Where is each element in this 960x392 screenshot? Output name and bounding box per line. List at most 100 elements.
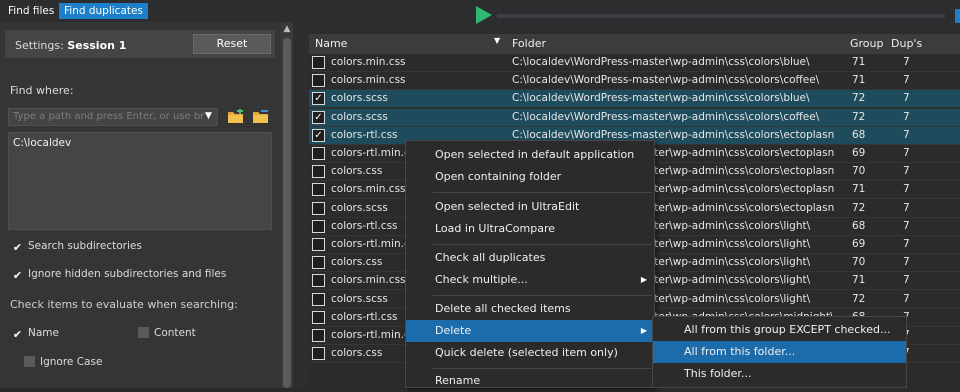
search-options-panel: Settings: Session 1 Reset Find where: Ty… bbox=[0, 22, 281, 388]
row-checkbox[interactable] bbox=[312, 183, 325, 197]
session-name[interactable]: Session 1 bbox=[67, 39, 126, 52]
cell-dups: 7 bbox=[903, 292, 910, 305]
settings-prefix: Settings: bbox=[15, 39, 64, 52]
row-checkbox[interactable] bbox=[312, 329, 325, 342]
reset-button[interactable]: Reset bbox=[193, 34, 271, 54]
checkbox-box bbox=[138, 327, 149, 338]
menu-separator bbox=[433, 192, 652, 193]
ignore-case-checkbox[interactable]: Ignore Case bbox=[24, 356, 102, 368]
submenu-item-this-folder[interactable]: This folder... bbox=[653, 363, 906, 385]
cell-dups: 7 bbox=[903, 274, 910, 287]
menu-item-load-ultracompare[interactable]: Load in UltraCompare bbox=[406, 218, 654, 240]
cell-dups: 7 bbox=[903, 256, 910, 269]
column-header-folder[interactable]: Folder bbox=[512, 37, 546, 50]
content-option-label: Content bbox=[154, 327, 196, 339]
cell-group: 69 bbox=[852, 238, 866, 250]
cell-name: colors.min.css bbox=[331, 74, 406, 87]
column-header-name[interactable]: Name bbox=[315, 37, 347, 50]
search-subdirectories-checkbox[interactable]: ✔ Search subdirectories bbox=[12, 240, 142, 253]
cell-group: 72 bbox=[852, 292, 866, 305]
name-checkbox[interactable]: ✔ Name bbox=[12, 327, 59, 340]
tab-find-files[interactable]: Find files bbox=[3, 3, 59, 19]
cell-group: 70 bbox=[852, 256, 866, 269]
submenu-item-all-from-folder[interactable]: All from this folder... bbox=[653, 341, 906, 363]
cell-dups: 7 bbox=[903, 74, 910, 87]
cell-group: 70 bbox=[852, 165, 866, 178]
column-header-group[interactable]: Group bbox=[850, 37, 884, 50]
checkmark-icon: ✔ bbox=[12, 269, 23, 282]
search-path-item[interactable]: C:\localdev bbox=[13, 137, 71, 149]
row-checkbox[interactable] bbox=[312, 238, 325, 251]
cell-name: colors-rtl.css bbox=[331, 128, 398, 141]
menu-item-check-multiple[interactable]: Check multiple... ▶ bbox=[406, 269, 654, 291]
table-row[interactable]: ✓ colors.scss C:\localdev\WordPress-master… bbox=[309, 108, 960, 127]
table-row[interactable]: ✓ colors.scss C:\localdev\WordPress-master… bbox=[309, 90, 960, 109]
row-checkbox-checked[interactable]: ✓ bbox=[312, 92, 325, 106]
cell-dups: 7 bbox=[903, 128, 910, 141]
checkbox-box bbox=[24, 356, 35, 367]
row-checkbox[interactable] bbox=[312, 165, 325, 179]
row-checkbox[interactable] bbox=[312, 347, 325, 361]
delete-submenu: All from this group EXCEPT checked... Al… bbox=[652, 316, 907, 388]
cell-folder: C:\localdev\WordPress-master\wp-admin\cs… bbox=[512, 56, 810, 68]
menu-item-quick-delete[interactable]: Quick delete (selected item only) bbox=[406, 342, 654, 364]
search-subdirectories-label: Search subdirectories bbox=[28, 240, 142, 252]
menu-item-rename[interactable]: Rename bbox=[406, 370, 654, 392]
menu-item-delete[interactable]: Delete ▶ bbox=[406, 320, 654, 342]
row-checkbox[interactable] bbox=[312, 147, 325, 160]
cell-folder: C:\localdev\WordPress-master\wp-admin\cs… bbox=[512, 110, 820, 123]
cell-dups: 7 bbox=[903, 56, 910, 68]
cell-group: 72 bbox=[852, 92, 866, 105]
add-folder-icon[interactable] bbox=[227, 109, 244, 124]
menu-item-open-folder[interactable]: Open containing folder bbox=[406, 166, 654, 188]
cell-dups: 7 bbox=[903, 165, 910, 178]
cell-group: 68 bbox=[852, 219, 866, 232]
row-checkbox[interactable] bbox=[312, 201, 325, 215]
cell-folder: C:\localdev\WordPress-master\wp-admin\cs… bbox=[512, 92, 810, 105]
submenu-arrow-icon: ▶ bbox=[640, 326, 647, 335]
table-row[interactable]: colors.min.css C:\localdev\WordPress-mast… bbox=[309, 72, 960, 91]
menu-item-check-all-duplicates[interactable]: Check all duplicates bbox=[406, 247, 654, 269]
row-checkbox[interactable] bbox=[312, 310, 325, 324]
column-header-dups[interactable]: Dup's bbox=[891, 37, 922, 50]
progress-bar bbox=[497, 14, 945, 18]
scroll-up-icon[interactable]: ▲ bbox=[282, 24, 292, 34]
table-row[interactable]: colors.min.css C:\localdev\WordPress-mast… bbox=[309, 54, 960, 72]
chevron-down-icon[interactable]: ▼ bbox=[205, 110, 215, 122]
ignore-hidden-label: Ignore hidden subdirectories and files bbox=[28, 268, 227, 280]
row-checkbox-checked[interactable]: ✓ bbox=[312, 110, 325, 124]
content-checkbox[interactable]: Content bbox=[138, 327, 196, 339]
cell-folder: C:\localdev\WordPress-master\wp-admin\cs… bbox=[512, 128, 835, 141]
play-icon[interactable] bbox=[476, 6, 492, 24]
tab-find-duplicates[interactable]: Find duplicates bbox=[59, 3, 148, 19]
checkmark-icon: ✔ bbox=[12, 241, 23, 254]
sort-arrow-icon: ▼ bbox=[494, 36, 501, 45]
cell-group: 68 bbox=[852, 128, 866, 141]
stop-icon[interactable] bbox=[955, 9, 960, 23]
row-checkbox[interactable] bbox=[312, 274, 325, 288]
scrollbar-thumb[interactable] bbox=[283, 38, 291, 388]
ignore-hidden-checkbox[interactable]: ✔ Ignore hidden subdirectories and files bbox=[12, 268, 226, 281]
menu-item-open-default[interactable]: Open selected in default application bbox=[406, 144, 654, 166]
row-checkbox[interactable] bbox=[312, 56, 325, 69]
menu-separator bbox=[433, 368, 652, 369]
submenu-arrow-icon: ▶ bbox=[640, 275, 647, 284]
cell-dups: 7 bbox=[903, 110, 910, 123]
search-paths-list[interactable]: C:\localdev bbox=[8, 132, 272, 230]
row-checkbox[interactable] bbox=[312, 256, 325, 270]
remove-folder-icon[interactable] bbox=[252, 109, 269, 124]
cell-dups: 7 bbox=[903, 219, 910, 232]
menu-item-delete-checked[interactable]: Delete all checked items bbox=[406, 298, 654, 320]
menu-item-delete-label: Delete bbox=[435, 324, 472, 337]
row-checkbox-checked[interactable]: ✓ bbox=[312, 128, 325, 142]
name-option-label: Name bbox=[28, 327, 59, 339]
row-checkbox[interactable] bbox=[312, 219, 325, 233]
menu-item-open-ultraedit[interactable]: Open selected in UltraEdit bbox=[406, 196, 654, 218]
submenu-item-group-except-checked[interactable]: All from this group EXCEPT checked... bbox=[653, 319, 906, 341]
cell-group: 72 bbox=[852, 110, 866, 123]
cell-group: 69 bbox=[852, 147, 866, 159]
cell-name: colors.scss bbox=[331, 110, 388, 123]
row-checkbox[interactable] bbox=[312, 74, 325, 88]
row-checkbox[interactable] bbox=[312, 292, 325, 306]
path-input[interactable]: Type a path and press Enter, or use br bbox=[8, 108, 218, 126]
